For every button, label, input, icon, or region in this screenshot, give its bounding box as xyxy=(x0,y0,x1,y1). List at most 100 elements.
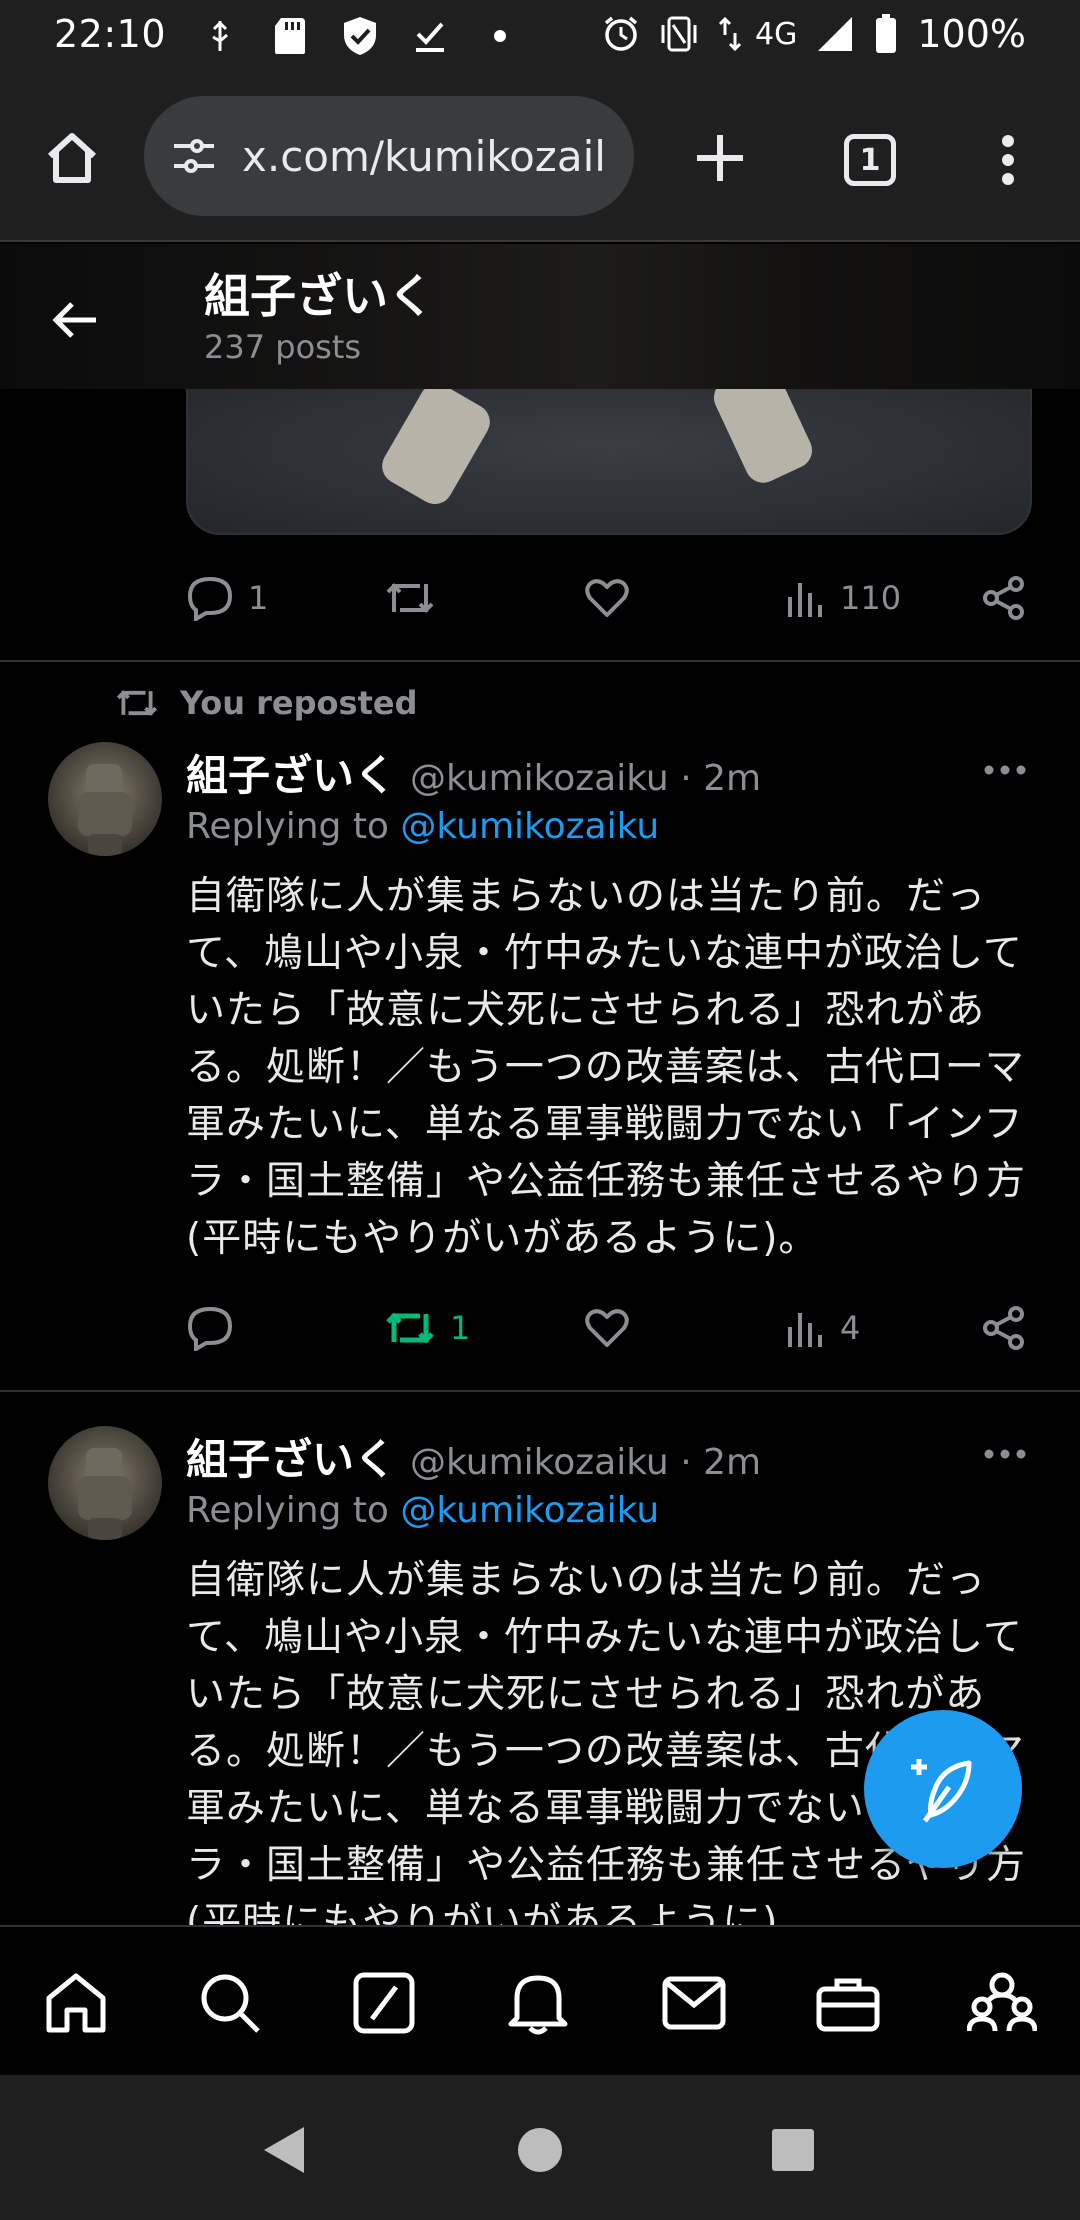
tweet-actions: 1 4 xyxy=(186,1298,1032,1358)
signal-icon xyxy=(815,14,855,54)
notifications-icon xyxy=(508,1975,568,2035)
recents-icon xyxy=(772,2129,814,2171)
android-home-button[interactable] xyxy=(505,2115,575,2185)
media-figure-left xyxy=(375,389,497,511)
tweet-header: 組子ざいく @kumikozaiku · 2m xyxy=(186,1426,761,1487)
heart-icon xyxy=(585,579,629,617)
replying-to-mention[interactable]: @kumikozaiku xyxy=(400,806,659,847)
more-horizontal-icon xyxy=(984,1449,1026,1459)
more-horizontal-icon xyxy=(984,765,1026,775)
nav-communities[interactable] xyxy=(964,1965,1040,2041)
replying-to: Replying to @kumikozaiku xyxy=(186,806,659,847)
url-text[interactable]: x.com/kumikozail xyxy=(242,132,606,181)
reply-icon xyxy=(187,576,233,621)
share-button[interactable] xyxy=(982,568,1026,628)
messages-icon xyxy=(662,1976,726,2030)
nav-home[interactable] xyxy=(38,1965,114,2041)
like-button[interactable] xyxy=(584,568,644,628)
alarm-icon xyxy=(601,14,641,54)
tweet-more-button[interactable] xyxy=(980,750,1030,790)
jobs-icon xyxy=(816,1978,880,2032)
tweet-handle-time[interactable]: @kumikozaiku · 2m xyxy=(410,758,761,799)
vibrate-icon xyxy=(659,14,699,54)
tweet-actions: 1 110 xyxy=(186,568,1032,628)
share-button[interactable] xyxy=(982,1298,1026,1358)
android-navigation-bar xyxy=(0,2075,1080,2220)
status-system-icons: 4G 100% xyxy=(601,12,1026,56)
plus-icon xyxy=(697,135,743,181)
retweet-button[interactable] xyxy=(384,568,450,628)
new-tab-button[interactable] xyxy=(680,118,760,198)
nav-search[interactable] xyxy=(192,1965,268,2041)
retweet-button[interactable]: 1 xyxy=(384,1298,470,1358)
search-icon xyxy=(201,1974,260,2033)
repost-label: You reposted xyxy=(180,684,418,722)
retweet-count: 1 xyxy=(450,1309,471,1347)
nav-jobs[interactable] xyxy=(810,1965,886,2041)
tweet-media-image[interactable] xyxy=(186,389,1032,535)
nav-notifications[interactable] xyxy=(500,1965,576,2041)
profile-post-count: 237 posts xyxy=(204,328,362,366)
home-icon xyxy=(46,1973,106,2033)
download-done-icon xyxy=(410,16,450,56)
bottom-navigation xyxy=(0,1925,1080,2075)
browser-home-button[interactable] xyxy=(36,122,108,194)
reply-count: 1 xyxy=(248,579,269,617)
replying-to-prefix: Replying to xyxy=(186,806,401,847)
home-icon xyxy=(47,133,97,183)
tweet-author-name[interactable]: 組子ざいく xyxy=(186,1426,396,1487)
status-bar: 22:10 4G 100% xyxy=(0,0,1080,72)
views-button[interactable]: 110 xyxy=(786,568,901,628)
usb-icon xyxy=(200,16,240,56)
avatar[interactable] xyxy=(48,1426,162,1540)
sd-card-icon xyxy=(270,16,310,56)
back-button[interactable] xyxy=(40,290,110,350)
repost-indicator: You reposted xyxy=(114,684,417,722)
views-icon xyxy=(788,583,822,617)
profile-header: 組子ざいく 237 posts xyxy=(0,244,1080,389)
like-button[interactable] xyxy=(584,1298,644,1358)
retweet-icon xyxy=(386,583,434,613)
grok-icon xyxy=(353,1972,415,2034)
tweet-handle-time[interactable]: @kumikozaiku · 2m xyxy=(410,1442,761,1483)
android-back-button[interactable] xyxy=(248,2115,318,2185)
address-bar[interactable]: x.com/kumikozail xyxy=(144,96,634,216)
views-button[interactable]: 4 xyxy=(786,1298,860,1358)
browser-menu-button[interactable] xyxy=(968,120,1048,200)
retweet-icon xyxy=(116,690,158,716)
tweet[interactable]: You reposted 組子ざいく @kumikozaiku · 2m Rep… xyxy=(0,662,1080,1390)
android-recents-button[interactable] xyxy=(758,2115,828,2185)
views-count: 4 xyxy=(840,1309,861,1347)
replying-to-prefix: Replying to xyxy=(186,1490,401,1531)
network-type: 4G xyxy=(755,16,798,52)
avatar[interactable] xyxy=(48,742,162,856)
communities-icon xyxy=(967,1972,1037,2032)
battery-icon xyxy=(873,14,899,54)
more-vertical-icon xyxy=(1002,135,1014,185)
tweet-author-name[interactable]: 組子ざいく xyxy=(186,742,396,803)
retweet-icon xyxy=(386,1312,434,1344)
shield-icon xyxy=(340,16,380,56)
compose-post-button[interactable] xyxy=(864,1710,1022,1868)
share-icon xyxy=(983,1306,1024,1350)
nav-grok[interactable] xyxy=(346,1965,422,2041)
back-icon xyxy=(264,2127,304,2173)
profile-name: 組子ざいく xyxy=(204,269,434,323)
tab-switcher-button[interactable]: 1 xyxy=(830,120,910,200)
views-icon xyxy=(788,1313,822,1347)
dot-icon xyxy=(480,16,520,56)
site-settings-icon[interactable] xyxy=(170,136,218,176)
tweet-more-button[interactable] xyxy=(980,1434,1030,1474)
replying-to-mention[interactable]: @kumikozaiku xyxy=(400,1490,659,1531)
replying-to: Replying to @kumikozaiku xyxy=(186,1490,659,1531)
home-circle-icon xyxy=(518,2128,562,2172)
reply-button[interactable] xyxy=(186,1298,248,1358)
browser-toolbar: x.com/kumikozail 1 xyxy=(0,72,1080,242)
reply-button[interactable]: 1 xyxy=(186,568,268,628)
tweet-header: 組子ざいく @kumikozaiku · 2m xyxy=(186,742,761,803)
reply-icon xyxy=(187,1306,233,1351)
media-figure-right xyxy=(708,389,818,489)
battery-percent: 100% xyxy=(917,12,1026,56)
nav-messages[interactable] xyxy=(656,1965,732,2041)
tab-count: 1 xyxy=(844,134,896,186)
